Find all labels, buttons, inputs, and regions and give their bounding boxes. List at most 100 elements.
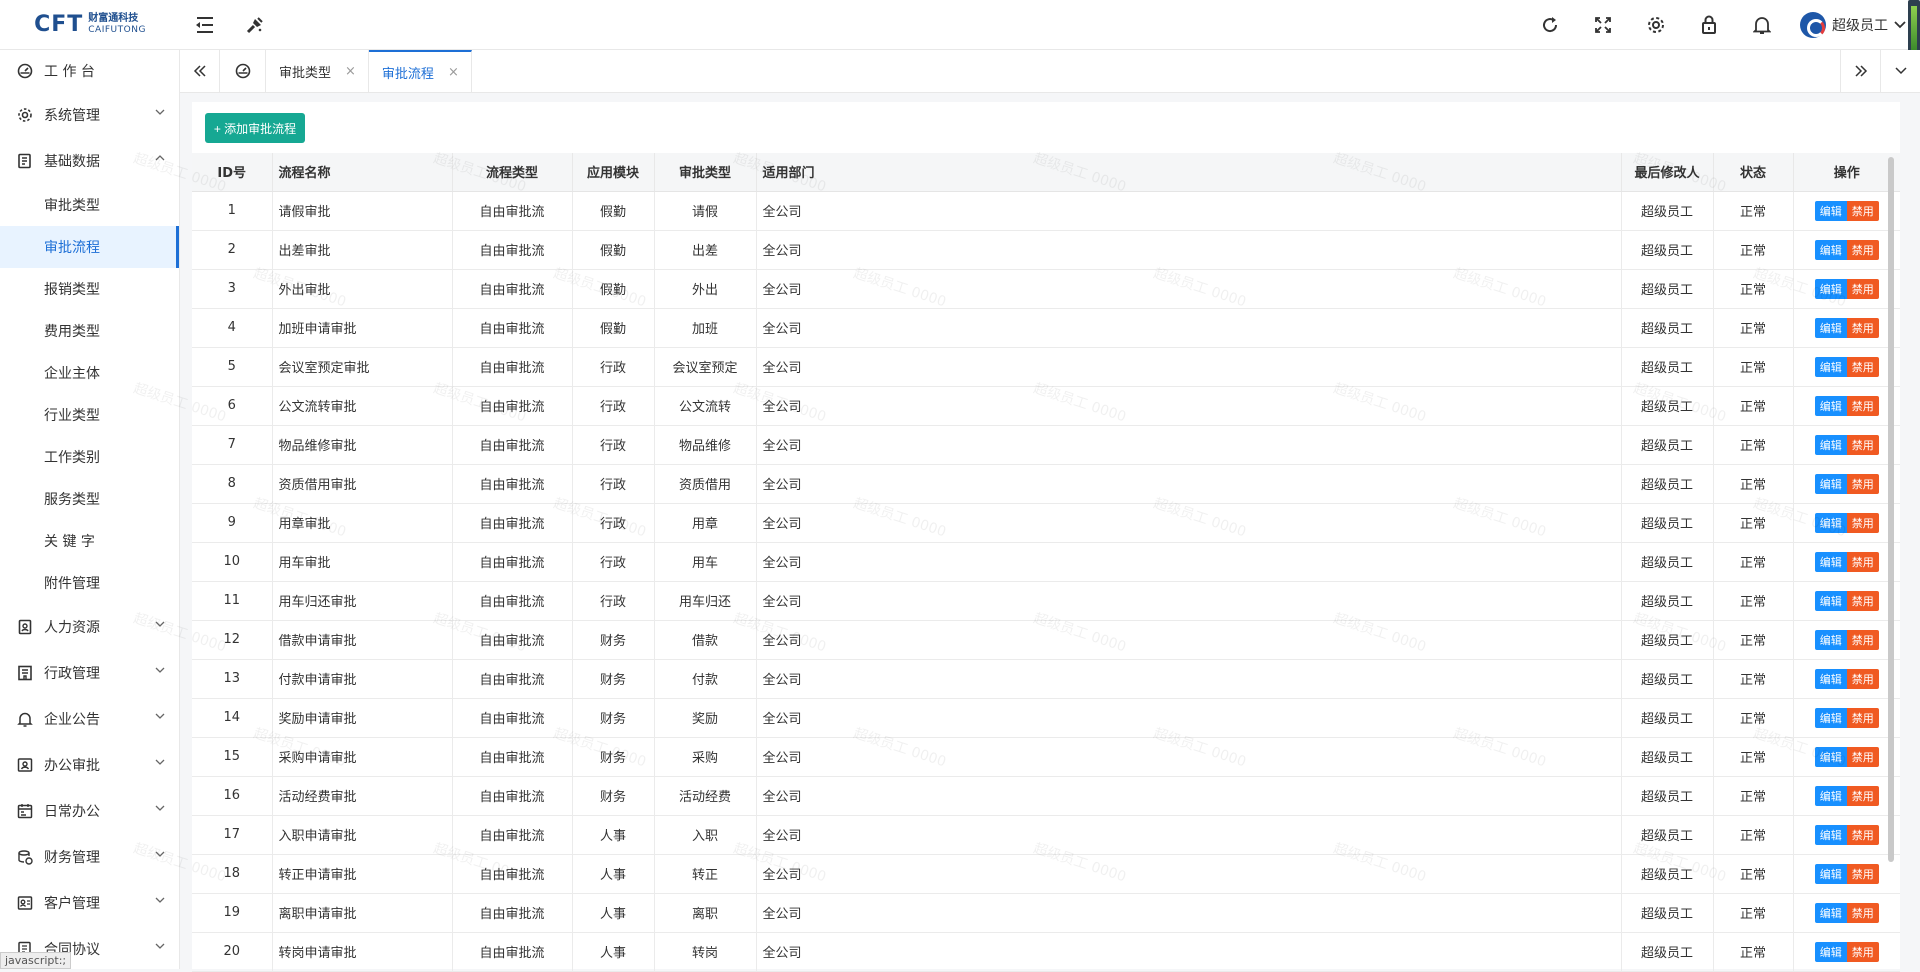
edit-button[interactable]: 编辑 [1814,785,1847,806]
edit-button[interactable]: 编辑 [1814,863,1847,884]
sidebar-item-customer[interactable]: 客户管理 [0,880,179,926]
disable-button[interactable]: 禁用 [1846,902,1879,923]
disable-button[interactable]: 禁用 [1846,512,1879,533]
sidebar-item-admin[interactable]: 行政管理 [0,650,179,696]
collapse-menu-icon[interactable] [180,0,230,50]
edit-button[interactable]: 编辑 [1814,707,1847,728]
edit-button[interactable]: 编辑 [1814,512,1847,533]
edit-button[interactable]: 编辑 [1814,590,1847,611]
disable-button[interactable]: 禁用 [1846,200,1879,221]
disable-button[interactable]: 禁用 [1846,824,1879,845]
disable-button[interactable]: 禁用 [1846,395,1879,416]
sidebar-item-notice[interactable]: 企业公告 [0,696,179,742]
row-flow-type[interactable]: 自由审批流 [452,191,573,231]
sidebar-sub-attachments[interactable]: 附件管理 [0,562,179,604]
row-flow-type[interactable]: 自由审批流 [452,776,573,816]
row-flow-type[interactable]: 自由审批流 [452,347,573,387]
disable-button[interactable]: 禁用 [1846,473,1879,494]
sidebar-sub-keywords[interactable]: 关 键 字 [0,520,179,562]
sidebar-sub-enterprise[interactable]: 企业主体 [0,352,179,394]
close-icon[interactable]: × [448,65,459,80]
close-icon[interactable]: × [345,64,356,79]
fullscreen-icon[interactable] [1576,0,1629,50]
edit-button[interactable]: 编辑 [1814,317,1847,338]
row-flow-type[interactable]: 自由审批流 [452,659,573,699]
edit-button[interactable]: 编辑 [1814,473,1847,494]
row-flow-type[interactable]: 自由审批流 [452,815,573,855]
theme-brush-icon[interactable] [230,0,280,50]
edit-button[interactable]: 编辑 [1814,278,1847,299]
sidebar-item-basic-data[interactable]: 基础数据 [0,138,179,184]
sidebar-item-hr[interactable]: 人力资源 [0,604,179,650]
row-flow-type[interactable]: 自由审批流 [452,737,573,777]
row-flow-type[interactable]: 自由审批流 [452,932,573,972]
disable-button[interactable]: 禁用 [1846,668,1879,689]
disable-button[interactable]: 禁用 [1846,278,1879,299]
edit-button[interactable]: 编辑 [1814,434,1847,455]
row-flow-type[interactable]: 自由审批流 [452,269,573,309]
sidebar-item-finance[interactable]: 财务管理 [0,834,179,880]
disable-button[interactable]: 禁用 [1846,356,1879,377]
row-flow-type[interactable]: 自由审批流 [452,854,573,894]
disable-button[interactable]: 禁用 [1846,707,1879,728]
row-flow-type[interactable]: 自由审批流 [452,308,573,348]
row-flow-type[interactable]: 自由审批流 [452,425,573,465]
row-flow-type[interactable]: 自由审批流 [452,620,573,660]
disable-button[interactable]: 禁用 [1846,551,1879,572]
sidebar-item-system[interactable]: 系统管理 [0,92,179,138]
sidebar-item-daily-office[interactable]: 日常办公 [0,788,179,834]
tab-approval-flow[interactable]: 审批流程 × [368,50,472,92]
logo[interactable]: CFT 财富通科技 CAIFUTONG [0,0,180,50]
sidebar-sub-service-type[interactable]: 服务类型 [0,478,179,520]
edit-button[interactable]: 编辑 [1814,356,1847,377]
disable-button[interactable]: 禁用 [1846,590,1879,611]
disable-button[interactable]: 禁用 [1846,785,1879,806]
sidebar-sub-industry-type[interactable]: 行业类型 [0,394,179,436]
edit-button[interactable]: 编辑 [1814,746,1847,767]
row-flow-type[interactable]: 自由审批流 [452,230,573,270]
edit-button[interactable]: 编辑 [1814,200,1847,221]
edit-button[interactable]: 编辑 [1814,824,1847,845]
edit-button[interactable]: 编辑 [1814,668,1847,689]
edit-button[interactable]: 编辑 [1814,551,1847,572]
tab-scroll-right-icon[interactable] [1840,50,1880,92]
add-approval-flow-button[interactable]: + 添加审批流程 [205,113,305,143]
user-menu[interactable]: 超级员工 [1788,11,1920,38]
edit-button[interactable]: 编辑 [1814,941,1847,962]
sidebar-sub-expense-type[interactable]: 报销类型 [0,268,179,310]
disable-button[interactable]: 禁用 [1846,863,1879,884]
vertical-scrollbar[interactable] [1888,157,1894,862]
row-flow-type[interactable]: 自由审批流 [452,503,573,543]
tab-approval-type[interactable]: 审批类型 × [266,50,369,92]
sidebar-sub-work-category[interactable]: 工作类别 [0,436,179,478]
sidebar-sub-cost-type[interactable]: 费用类型 [0,310,179,352]
edit-button[interactable]: 编辑 [1814,902,1847,923]
row-flow-type[interactable]: 自由审批流 [452,542,573,582]
disable-button[interactable]: 禁用 [1846,629,1879,650]
row-flow-type[interactable]: 自由审批流 [452,386,573,426]
sidebar-item-office-approval[interactable]: 办公审批 [0,742,179,788]
disable-button[interactable]: 禁用 [1846,434,1879,455]
tab-scroll-left-icon[interactable] [180,50,220,92]
refresh-icon[interactable] [1523,0,1576,50]
tab-home-icon[interactable] [220,50,266,92]
edit-button[interactable]: 编辑 [1814,395,1847,416]
lock-icon[interactable] [1682,0,1735,50]
disable-button[interactable]: 禁用 [1846,941,1879,962]
edit-button[interactable]: 编辑 [1814,239,1847,260]
row-flow-type[interactable]: 自由审批流 [452,698,573,738]
settings-gear-icon[interactable] [1629,0,1682,50]
disable-button[interactable]: 禁用 [1846,317,1879,338]
edit-button[interactable]: 编辑 [1814,629,1847,650]
row-flow-type[interactable]: 自由审批流 [452,893,573,933]
row-id: 19 [192,893,273,933]
sidebar-item-dashboard[interactable]: 工 作 台 [0,50,179,92]
disable-button[interactable]: 禁用 [1846,746,1879,767]
sidebar-sub-approval-type[interactable]: 审批类型 [0,184,179,226]
bell-icon[interactable] [1735,0,1788,50]
sidebar-sub-approval-flow[interactable]: 审批流程 [0,226,179,268]
row-flow-type[interactable]: 自由审批流 [452,581,573,621]
row-flow-type[interactable]: 自由审批流 [452,464,573,504]
disable-button[interactable]: 禁用 [1846,239,1879,260]
tab-menu-chevron-icon[interactable] [1880,50,1920,92]
